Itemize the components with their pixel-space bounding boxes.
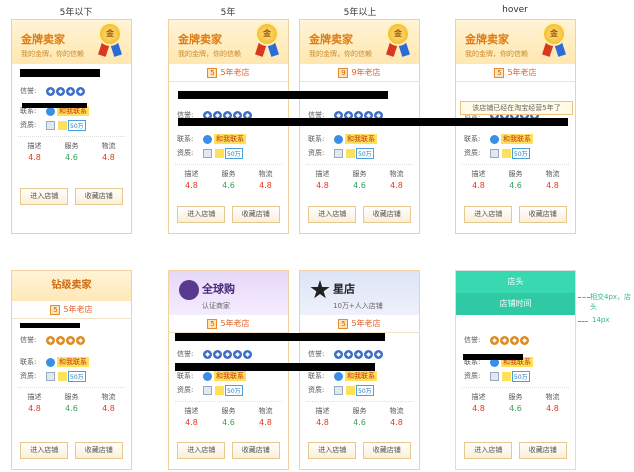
gold-card-5: 金牌卖家 我的金牌，你的信赖 金 5 5年老店 信誉: ◆ ◆ ◆ ◆ ◆ 联系: 和我联系 资… [168,19,289,234]
contact-button[interactable]: 和我联系 [214,371,246,381]
gold-card-under5: 金牌卖家 我的金牌，你的信赖 金 信誉: ◆ ◆ ◆ ◆ 联系: 和我联系 资质: 50万 … [11,19,132,234]
medal-icon: 金 [254,22,280,57]
scores: 描述 4.8 服务 4.6 物流 4.8 [27,142,116,162]
enter-shop-button[interactable]: 进入店铺 [20,442,69,459]
fav-shop-button[interactable]: 收藏店铺 [362,442,411,459]
redaction-bar [178,118,568,126]
contact-button[interactable]: 和我联系 [57,357,89,367]
redacted-line [22,103,87,108]
years-tooltip: 该店铺已经在淘宝经营5年了 [460,101,573,115]
hover-shop-card: 店头 店铺时间 信誉: ◆ ◆ ◆ ◆ 联系: 和我联系 资质: 50万 描述 4.8 服务 4.6… [455,270,576,470]
contact-button[interactable]: 和我联系 [501,134,533,144]
gold-banner: 金牌卖家 我的金牌，你的信赖 金 [12,20,131,64]
diamond-banner: 钻级卖家 [12,271,131,301]
redaction-bar [175,333,385,341]
col-label-5: 5年 [220,8,236,18]
contact-button[interactable]: 和我联系 [345,371,377,381]
contact-button[interactable]: 和我联系 [214,134,246,144]
redaction-bar [175,363,375,371]
medal-icon: 金 [385,22,411,57]
fav-shop-button[interactable]: 收藏店铺 [74,442,123,459]
credential-row: 资质: 50万 [20,119,86,131]
redaction-bar [178,91,388,99]
spec-note-14px: 14px [592,316,610,324]
redaction-bar [463,354,523,360]
redaction-bar [20,323,80,328]
enter-shop-button[interactable]: 进入店铺 [464,206,513,223]
redacted-name [20,69,100,77]
star-icon [310,280,330,299]
id-icon [46,120,55,130]
enter-shop-button[interactable]: 进入店铺 [20,188,69,205]
shop-head: 店头 店铺时间 [456,271,575,315]
fav-shop-button[interactable]: 收藏店铺 [362,206,411,223]
enter-shop-button[interactable]: 进入店铺 [308,442,357,459]
fav-shop-button[interactable]: 收藏店铺 [231,206,280,223]
global-icon [179,280,199,300]
medal-icon: 金 [97,22,123,57]
enter-shop-button[interactable]: 进入店铺 [177,442,226,459]
bao-icon [58,120,67,130]
shop-years: 5 5年老店 [169,64,288,82]
fav-shop-button[interactable]: 收藏店铺 [518,206,567,223]
fav-shop-button[interactable]: 收藏店铺 [231,442,280,459]
reputation-row: 信誉: ◆ ◆ ◆ ◆ [12,84,131,98]
gold-card-hover: 金牌卖家 我的金牌，你的信赖 金 5 5年老店 该店铺已经在淘宝经营5年了 信誉: ◆… [455,19,576,234]
diamond-card: 钻级卖家 5 5年老店 信誉: ◆ ◆ ◆ ◆ 联系: 和我联系 资质: 50万 描述 4.8 服… [11,270,132,470]
col-label-hover: hover [502,5,528,15]
contact-button[interactable]: 和我联系 [345,134,377,144]
col-label-over5: 5年以上 [343,8,377,18]
shop-years: 9 9年老店 [300,64,419,82]
enter-shop-button[interactable]: 进入店铺 [464,442,513,459]
shop-years: 5 5年老店 [456,64,575,82]
gold-card-over5: 金牌卖家 我的金牌，你的信赖 金 9 9年老店 信誉: ◆ ◆ ◆ ◆ ◆ 联系: 和我联系 资… [299,19,420,234]
fav-shop-button[interactable]: 收藏店铺 [74,188,123,205]
enter-shop-button[interactable]: 进入店铺 [308,206,357,223]
spec-note-head: 相交4px，店头 [590,293,632,311]
enter-shop-button[interactable]: 进入店铺 [177,206,226,223]
col-label-under5: 5年以下 [59,8,93,18]
medal-icon: 金 [541,22,567,57]
fav-shop-button[interactable]: 收藏店铺 [518,442,567,459]
